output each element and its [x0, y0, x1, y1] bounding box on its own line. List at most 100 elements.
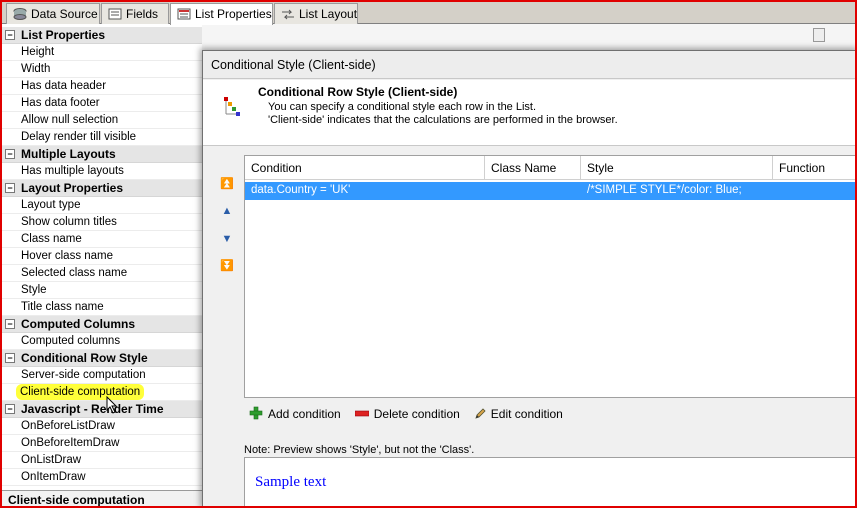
- property-row[interactable]: Hover class name: [2, 248, 202, 265]
- collapse-toggle-icon[interactable]: −: [5, 319, 15, 329]
- category-label: List Properties: [21, 28, 106, 42]
- category-row[interactable]: − Layout Properties: [2, 180, 202, 197]
- property-label: Selected class name: [21, 267, 128, 279]
- tab-data-source[interactable]: Data Source: [6, 3, 100, 24]
- category-row[interactable]: − Javascript - Render Time: [2, 401, 202, 418]
- collapse-toggle-icon[interactable]: −: [5, 353, 15, 363]
- condition-actions: Add condition Delete condition Edit cond…: [249, 405, 563, 423]
- scroll-up-button[interactable]: [813, 28, 825, 42]
- collapse-toggle-icon[interactable]: −: [5, 30, 15, 40]
- property-label: Hover class name: [21, 250, 114, 262]
- column-header-function[interactable]: Function: [773, 156, 855, 180]
- property-row[interactable]: Selected class name: [2, 265, 202, 282]
- edit-condition-label: Edit condition: [490, 407, 563, 421]
- property-row[interactable]: Client-side computation: [2, 384, 202, 401]
- category-label: Javascript - Render Time: [21, 402, 164, 416]
- header-description-line-2: 'Client-side' indicates that the calcula…: [268, 114, 618, 126]
- property-label: OnListDraw: [21, 454, 82, 466]
- tab-bar: Data Source Fields List Properties List …: [2, 2, 855, 25]
- property-label: Class name: [21, 233, 82, 245]
- dialog-header: Conditional Row Style (Client-side) You …: [203, 80, 855, 146]
- property-row[interactable]: Height: [2, 44, 202, 61]
- move-to-bottom-icon[interactable]: ⏬: [219, 259, 235, 275]
- tab-fields[interactable]: Fields: [101, 3, 169, 24]
- property-description: Client-side computation: [2, 490, 204, 506]
- collapse-toggle-icon[interactable]: −: [5, 149, 15, 159]
- list-properties-icon: [177, 8, 191, 20]
- property-row[interactable]: Has data header: [2, 78, 202, 95]
- conditional-style-icon: [223, 96, 241, 118]
- tab-label: Fields: [126, 7, 159, 21]
- property-row[interactable]: Width: [2, 61, 202, 78]
- property-row[interactable]: Class name: [2, 231, 202, 248]
- property-label: Width: [21, 63, 51, 75]
- move-up-icon[interactable]: ▲: [219, 204, 235, 220]
- tab-list-properties[interactable]: List Properties: [170, 3, 273, 25]
- preview-note: Note: Preview shows 'Style', but not the…: [244, 444, 475, 456]
- property-row[interactable]: OnListDraw: [2, 452, 202, 469]
- property-row[interactable]: Title class name: [2, 299, 202, 316]
- column-header-style[interactable]: Style: [581, 156, 773, 180]
- property-row[interactable]: Server-side computation: [2, 367, 202, 384]
- property-row[interactable]: Has data footer: [2, 95, 202, 112]
- property-label: Has multiple layouts: [21, 165, 124, 177]
- property-label: Client-side computation: [16, 384, 145, 400]
- tab-label: List Layout: [299, 7, 358, 21]
- collapse-toggle-icon[interactable]: −: [5, 183, 15, 193]
- category-row[interactable]: − Multiple Layouts: [2, 146, 202, 163]
- column-header-condition[interactable]: Condition: [245, 156, 485, 180]
- delete-condition-label: Delete condition: [373, 407, 460, 421]
- window-frame: Data Source Fields List Properties List …: [0, 0, 857, 508]
- move-to-top-icon[interactable]: ⏫: [219, 177, 235, 193]
- table-row[interactable]: data.Country = 'UK' /*SIMPLE STYLE*/colo…: [245, 182, 855, 200]
- plus-icon: [249, 406, 263, 423]
- property-row[interactable]: OnBeforeListDraw: [2, 418, 202, 435]
- category-row[interactable]: − List Properties: [2, 27, 202, 44]
- cell-style: /*SIMPLE STYLE*/color: Blue;: [587, 184, 742, 196]
- property-row[interactable]: OnItemDraw: [2, 469, 202, 486]
- category-row[interactable]: − Computed Columns: [2, 316, 202, 333]
- cell-function: [773, 182, 855, 200]
- property-row[interactable]: OnBeforeItemDraw: [2, 435, 202, 452]
- cell-condition: data.Country = 'UK': [251, 184, 351, 196]
- property-row[interactable]: Style: [2, 282, 202, 299]
- conditions-table: Condition Class Name Style Function data…: [244, 155, 855, 398]
- conditional-style-dialog: Conditional Style (Client-side) Conditio…: [202, 50, 855, 506]
- category-label: Computed Columns: [21, 317, 135, 331]
- header-description-line-1: You can specify a conditional style each…: [268, 101, 537, 113]
- property-label: Style: [21, 284, 47, 296]
- property-grid: − List Properties Height Width Has data head…: [2, 26, 202, 488]
- property-label: Layout type: [21, 199, 81, 211]
- property-row[interactable]: Delay render till visible: [2, 129, 202, 146]
- column-header-class-name[interactable]: Class Name: [485, 156, 581, 180]
- property-row[interactable]: Computed columns: [2, 333, 202, 350]
- property-label: Height: [21, 46, 55, 58]
- property-label: Server-side computation: [21, 369, 146, 381]
- collapse-toggle-icon[interactable]: −: [5, 404, 15, 414]
- tab-list-layout[interactable]: List Layout: [274, 3, 358, 24]
- add-condition-button[interactable]: Add condition: [249, 406, 341, 423]
- property-row[interactable]: Allow null selection: [2, 112, 202, 129]
- list-layout-icon: [281, 8, 295, 20]
- property-label: OnBeforeListDraw: [21, 420, 115, 432]
- sample-text: Sample text: [255, 474, 327, 490]
- property-label: Show column titles: [21, 216, 117, 228]
- property-label: Delay render till visible: [21, 131, 137, 143]
- table-header: Condition Class Name Style Function: [245, 156, 855, 180]
- property-row[interactable]: Layout type: [2, 197, 202, 214]
- delete-condition-button[interactable]: Delete condition: [354, 407, 460, 421]
- category-label: Conditional Row Style: [21, 351, 148, 365]
- edit-condition-button[interactable]: Edit condition: [474, 407, 563, 422]
- property-label: OnBeforeItemDraw: [21, 437, 120, 449]
- property-row[interactable]: Show column titles: [2, 214, 202, 231]
- property-label: OnItemDraw: [21, 471, 86, 483]
- move-down-icon[interactable]: ▼: [219, 232, 235, 248]
- dialog-title: Conditional Style (Client-side): [203, 51, 855, 79]
- property-row[interactable]: Has multiple layouts: [2, 163, 202, 180]
- fields-icon: [108, 8, 122, 20]
- category-row[interactable]: − Conditional Row Style: [2, 350, 202, 367]
- cell-class-name: [485, 182, 581, 200]
- style-preview: Sample text: [244, 457, 855, 506]
- category-label: Multiple Layouts: [21, 147, 116, 161]
- property-label: Has data header: [21, 80, 107, 92]
